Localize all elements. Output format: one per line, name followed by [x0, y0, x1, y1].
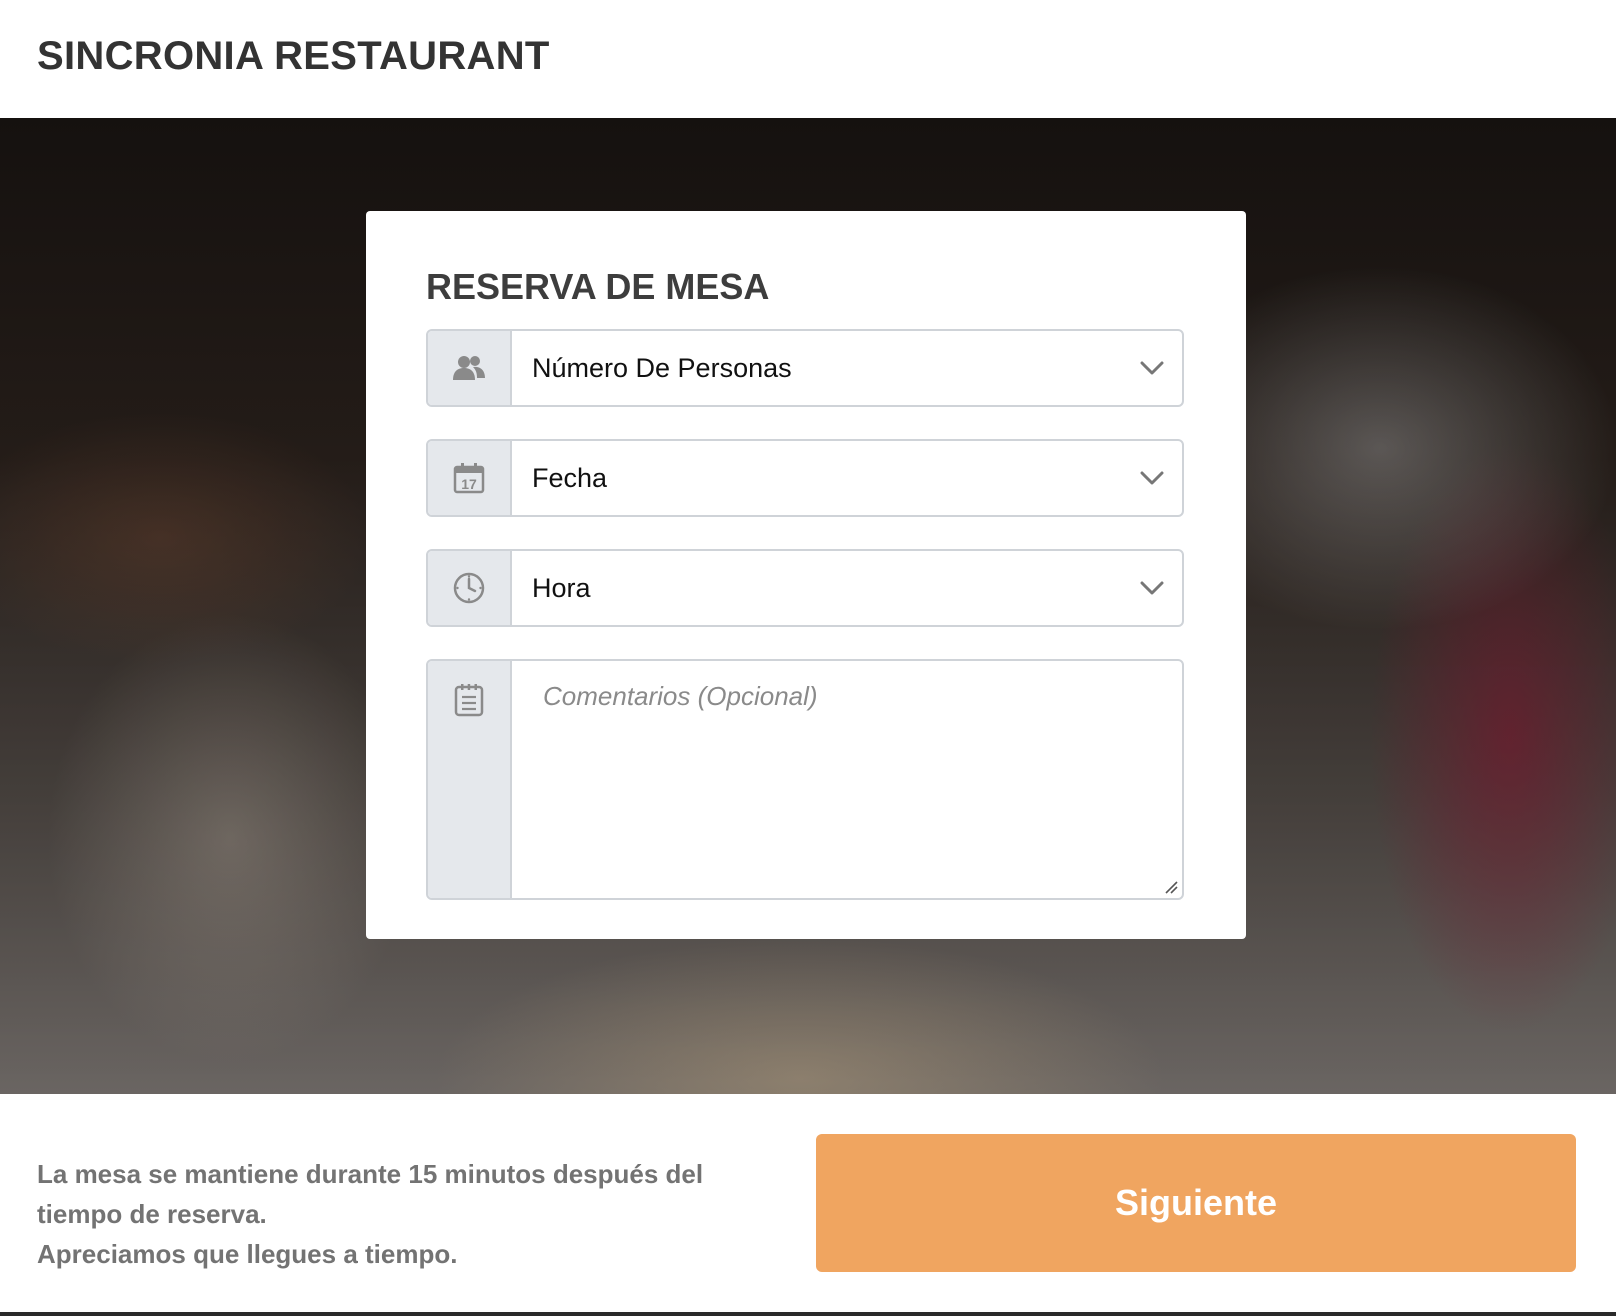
time-select[interactable]: Hora [426, 549, 1184, 627]
party-size-value: Número De Personas [532, 352, 792, 383]
time-value: Hora [532, 572, 591, 603]
form-title: RESERVA DE MESA [426, 266, 770, 307]
note-line: Apreciamos que llegues a tiempo. [37, 1239, 458, 1269]
reservation-card: RESERVA DE MESA Número De Personas 17 Fe… [366, 211, 1246, 939]
footer: La mesa se mantiene durante 15 minutos d… [0, 1094, 1616, 1316]
chevron-down-icon [1140, 471, 1164, 485]
bottom-border [0, 1312, 1616, 1316]
comments-addon [428, 661, 512, 898]
chevron-down-icon [1140, 361, 1164, 375]
clock-icon [428, 551, 512, 625]
brand-title: SINCRONIA RESTAURANT [37, 34, 550, 78]
notepad-icon [454, 684, 484, 717]
note-line: tiempo de reserva. [37, 1199, 267, 1229]
reservation-note: La mesa se mantiene durante 15 minutos d… [37, 1154, 777, 1274]
calendar-icon: 17 [428, 441, 512, 515]
date-select[interactable]: 17 Fecha [426, 439, 1184, 517]
svg-text:17: 17 [461, 476, 477, 492]
comments-placeholder: Comentarios (Opcional) [543, 681, 818, 711]
party-size-select[interactable]: Número De Personas [426, 329, 1184, 407]
header: SINCRONIA RESTAURANT [0, 0, 1616, 118]
date-value: Fecha [532, 462, 608, 493]
comments-textarea[interactable]: Comentarios (Opcional) [426, 659, 1184, 900]
next-button[interactable]: Siguiente [816, 1134, 1576, 1272]
resize-handle-icon[interactable] [1164, 880, 1178, 894]
note-line: La mesa se mantiene durante 15 minutos d… [37, 1159, 704, 1189]
people-icon [428, 331, 512, 405]
chevron-down-icon [1140, 581, 1164, 595]
